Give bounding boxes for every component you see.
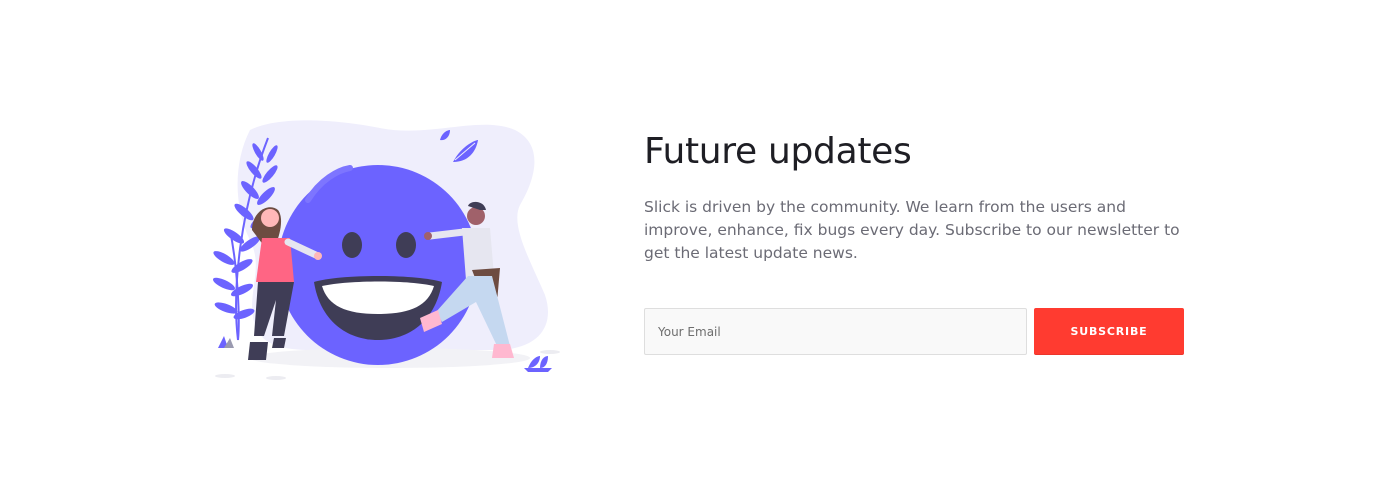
section-description: Slick is driven by the community. We lea… <box>644 198 1180 262</box>
smiley-face <box>278 165 478 365</box>
newsletter-section: Future updates Slick is driven by the co… <box>0 0 1400 500</box>
smiley-hug-illustration <box>210 110 570 400</box>
email-input[interactable] <box>644 308 1027 355</box>
section-title: Future updates <box>644 131 912 172</box>
newsletter-form: SUBSCRIBE <box>644 308 1184 355</box>
newsletter-content: Future updates Slick is driven by the co… <box>644 128 1189 265</box>
subscribe-button[interactable]: SUBSCRIBE <box>1034 308 1184 355</box>
